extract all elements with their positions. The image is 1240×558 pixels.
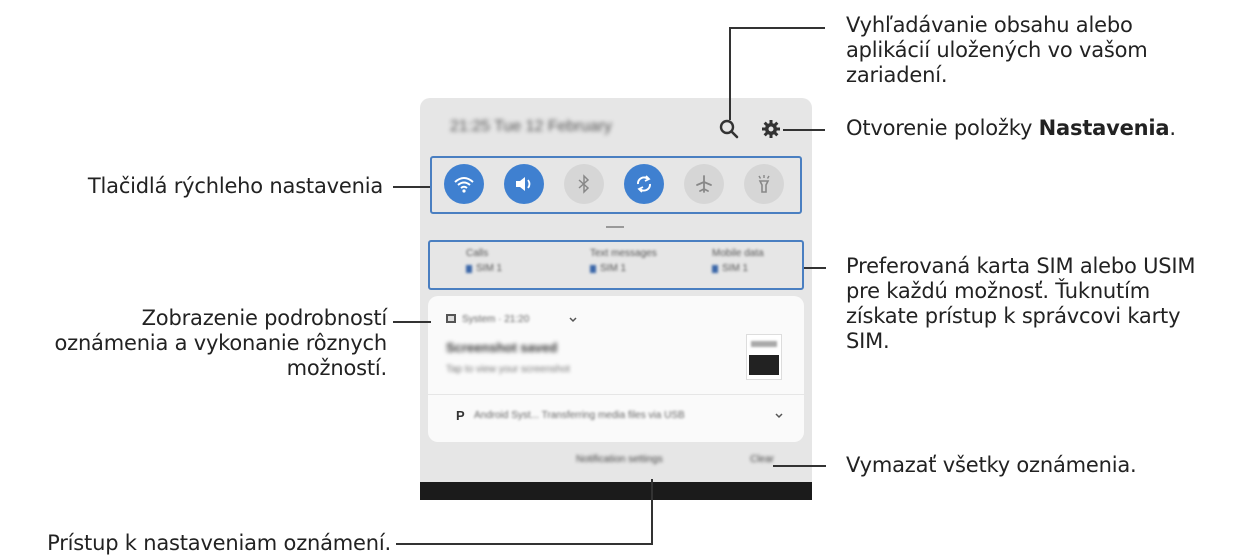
gear-icon[interactable] (760, 118, 782, 140)
callout-sim-line3: získate prístup k správcovi karty (846, 304, 1181, 328)
image-icon (446, 314, 456, 323)
bluetooth-icon (578, 174, 590, 194)
search-icon[interactable] (718, 118, 740, 140)
sim-option-messages[interactable]: Text messages SIM 1 (590, 248, 657, 274)
callout-search-line1: Vyhľadávanie obsahu alebo (846, 13, 1133, 37)
callout-settings-prefix: Otvorenie položky (846, 116, 1039, 140)
callout-notification-settings: Prístup k nastaveniam oznámení. (47, 531, 391, 555)
callout-settings-bold: Nastavenia (1038, 116, 1170, 140)
callout-clear-all: Vymazať všetky oznámenia. (846, 453, 1137, 477)
notification-panel: 21:25 Tue 12 February Calls SIM 1 Text m… (420, 98, 812, 500)
callout-quick-settings: Tlačidlá rýchleho nastavenia (87, 174, 383, 198)
callout-line-notif-settings-v (651, 479, 653, 544)
callout-notif-line1: Zobrazenie podrobností (141, 306, 388, 330)
callout-sim-line4: SIM. (846, 329, 890, 353)
sim-option-label: Mobile data (712, 248, 764, 259)
notification-settings-button[interactable]: Notification settings (576, 454, 663, 465)
chevron-down-icon[interactable] (774, 412, 784, 420)
notification-text: Tap to view your screenshot (446, 364, 570, 375)
clear-button[interactable]: Clear (750, 454, 774, 465)
callout-line-search (729, 27, 731, 120)
sim-card-icon (590, 264, 596, 273)
parking-icon: P (456, 408, 465, 423)
chevron-down-icon[interactable] (568, 316, 578, 324)
notification-title: Screenshot saved (446, 340, 558, 355)
sim-option-value: SIM 1 (600, 263, 627, 274)
notification-footer: Notification settings Clear (428, 450, 804, 480)
callout-notification-details: Zobrazenie podrobností oznámenia a vykon… (54, 306, 387, 381)
sim-card-icon (466, 264, 472, 273)
screenshot-thumbnail (746, 334, 782, 380)
sound-toggle[interactable] (504, 164, 544, 204)
quick-settings-bar (430, 156, 802, 214)
callout-line-quick-settings (393, 186, 430, 188)
callout-line-sim (804, 267, 826, 269)
callout-sim: Preferovaná karta SIM alebo USIM pre kaž… (846, 254, 1196, 354)
callout-line-search-h (729, 27, 825, 29)
sim-card-icon (712, 264, 718, 273)
airplane-toggle[interactable] (684, 164, 724, 204)
callout-line-notif-settings-h (396, 543, 653, 545)
flashlight-icon (758, 175, 770, 193)
notification-divider (428, 394, 804, 395)
callout-settings: Otvorenie položky Nastavenia. (846, 116, 1176, 141)
callout-search-line2: aplikácií uložených vo vašom (846, 38, 1148, 62)
callout-search-line3: zariadení. (846, 63, 948, 87)
sim-option-mobile-data[interactable]: Mobile data SIM 1 (712, 248, 764, 274)
sim-option-value: SIM 1 (476, 263, 503, 274)
panel-bottom-edge (420, 482, 812, 500)
bluetooth-toggle[interactable] (564, 164, 604, 204)
callout-line-settings (783, 129, 825, 131)
auto-rotate-icon (637, 175, 651, 193)
flashlight-toggle[interactable] (744, 164, 784, 204)
sim-option-value: SIM 1 (722, 263, 749, 274)
callout-settings-suffix: . (1169, 116, 1176, 140)
sim-selection-bar: Calls SIM 1 Text messages SIM 1 Mobile d… (428, 240, 804, 290)
callout-notif-line3: možností. (286, 356, 388, 380)
sim-option-calls[interactable]: Calls SIM 1 (466, 248, 502, 274)
callout-notif-line2: oznámenia a vykonanie rôznych (54, 331, 387, 355)
callout-sim-line2: pre každú možnosť. Ťuknutím (846, 279, 1150, 303)
callout-line-notification (393, 321, 431, 323)
callout-line-clear (773, 465, 826, 467)
airplane-icon (696, 175, 712, 193)
notification-card[interactable]: System · 21:20 Screenshot saved Tap to v… (428, 296, 804, 442)
sound-icon (516, 177, 531, 191)
wifi-icon (454, 177, 474, 193)
wifi-toggle[interactable] (444, 164, 484, 204)
sim-option-label: Calls (466, 248, 489, 259)
callout-search: Vyhľadávanie obsahu alebo aplikácií ulož… (846, 13, 1148, 88)
notification2-text: Android Syst... Transferring media files… (474, 410, 685, 421)
status-time: 21:25 Tue 12 February (450, 118, 612, 135)
callout-sim-line1: Preferovaná karta SIM alebo USIM (846, 254, 1196, 278)
sim-option-label: Text messages (590, 248, 657, 259)
auto-rotate-toggle[interactable] (624, 164, 664, 204)
panel-handle[interactable] (606, 226, 624, 228)
notification-app: System · 21:20 (462, 314, 530, 325)
